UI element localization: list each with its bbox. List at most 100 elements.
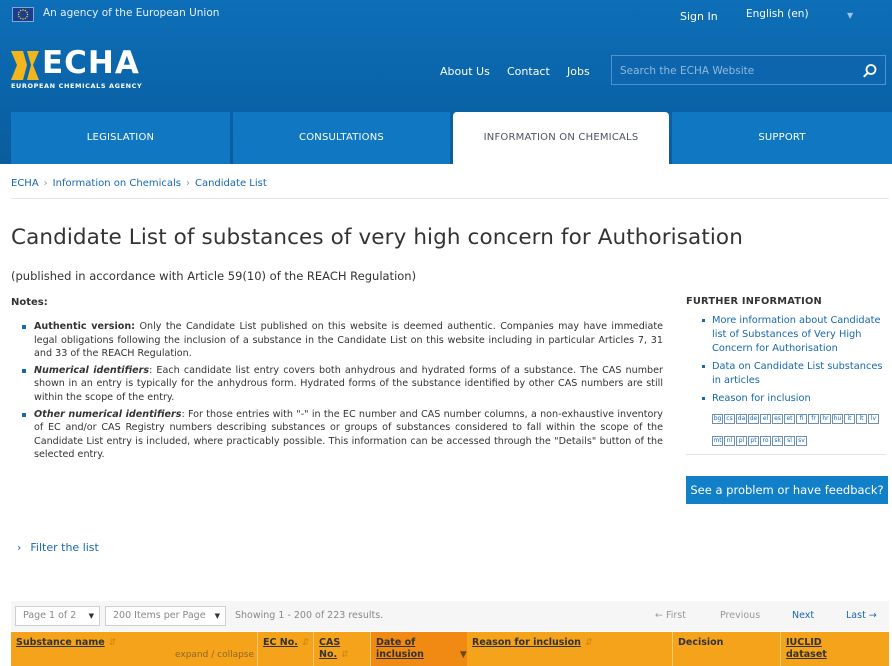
- language-link-sv[interactable]: sv: [796, 436, 807, 446]
- language-link-pt[interactable]: pt: [748, 436, 759, 446]
- site-header: An agency of the European Union Sign In …: [0, 0, 892, 164]
- language-link-es[interactable]: es: [772, 414, 783, 424]
- language-link-fr[interactable]: fr: [808, 414, 819, 424]
- tab-information-on-chemicals[interactable]: INFORMATION ON CHEMICALS: [453, 112, 669, 164]
- filter-label[interactable]: Filter the list: [30, 541, 98, 554]
- chevron-down-icon: ▼: [214, 612, 220, 620]
- column-substance-name[interactable]: Substance name ⇵: [11, 632, 257, 666]
- echa-logo-icon[interactable]: [11, 51, 39, 80]
- language-link-cs[interactable]: cs: [724, 414, 735, 424]
- first-page-link[interactable]: ← First: [655, 610, 686, 621]
- link-label[interactable]: Reason for inclusion: [712, 393, 811, 404]
- search-icon[interactable]: [862, 63, 878, 79]
- column-label[interactable]: dataset: [786, 649, 827, 660]
- next-page-link[interactable]: Next: [792, 610, 814, 621]
- page-subtitle: (published in accordance with Article 59…: [11, 269, 417, 283]
- language-link-lt[interactable]: lt: [856, 414, 867, 424]
- chevron-right-icon: ›: [185, 178, 190, 189]
- column-label[interactable]: IUCLID: [786, 637, 822, 648]
- search-placeholder: Search the ECHA Website: [620, 65, 755, 77]
- chevron-right-icon: ›: [17, 541, 22, 554]
- language-link-ro[interactable]: ro: [760, 436, 771, 446]
- further-links: More information about Candidate list of…: [686, 314, 892, 406]
- collapse-link[interactable]: collapse: [217, 650, 254, 660]
- language-link-sk[interactable]: sk: [772, 436, 783, 446]
- language-links: bg cs da de el es et fi fr hr hu it lt lv mt nl pl pt ro sk…: [712, 405, 887, 449]
- column-label[interactable]: inclusion: [376, 649, 424, 660]
- language-link-bg[interactable]: bg: [712, 414, 723, 424]
- language-link-mt[interactable]: mt: [712, 436, 723, 446]
- column-reason-for-inclusion[interactable]: Reason for inclusion ⇵: [467, 632, 672, 666]
- link-label[interactable]: More information about Candidate list of…: [712, 315, 881, 354]
- contact-link[interactable]: Contact: [507, 65, 550, 78]
- column-date-of-inclusion[interactable]: Date of inclusion ▼: [371, 632, 467, 666]
- tab-support[interactable]: SUPPORT: [672, 112, 892, 164]
- column-label[interactable]: No.: [319, 649, 337, 660]
- divider: [11, 198, 889, 199]
- column-label[interactable]: CAS: [319, 637, 340, 648]
- column-decision: Decision: [673, 632, 780, 666]
- note-label: Numerical identifiers: [34, 364, 150, 376]
- divider: [370, 632, 371, 666]
- link-label[interactable]: Data on Candidate List substances in art…: [712, 361, 882, 386]
- filter-toggle[interactable]: › Filter the list: [17, 541, 99, 554]
- column-label[interactable]: Reason for inclusion: [472, 637, 581, 648]
- bullet-icon: [22, 368, 26, 373]
- link-more-information[interactable]: More information about Candidate list of…: [686, 314, 892, 356]
- sort-icon[interactable]: ⇵: [341, 650, 349, 660]
- expand-collapse[interactable]: expand / collapse: [175, 650, 254, 660]
- search-input[interactable]: Search the ECHA Website: [611, 55, 886, 85]
- items-per-page-value: 200 Items per Page: [113, 610, 206, 621]
- language-link-da[interactable]: da: [736, 414, 747, 424]
- language-link-fi[interactable]: fi: [796, 414, 807, 424]
- sort-icon[interactable]: ⇵: [585, 638, 593, 648]
- list-item: Numerical identifiers: Each candidate li…: [22, 364, 663, 405]
- link-reason-for-inclusion[interactable]: Reason for inclusion: [686, 392, 892, 406]
- results-count: Showing 1 - 200 of 223 results.: [235, 610, 384, 621]
- language-link-nl[interactable]: nl: [724, 436, 735, 446]
- breadcrumb-information-on-chemicals[interactable]: Information on Chemicals: [53, 178, 181, 189]
- chevron-down-icon[interactable]: ▼: [847, 11, 853, 20]
- column-cas-no[interactable]: CAS No. ⇵: [314, 632, 370, 666]
- column-label[interactable]: EC No.: [263, 637, 298, 648]
- language-link-pl[interactable]: pl: [736, 436, 747, 446]
- column-label[interactable]: Substance name: [16, 637, 105, 648]
- language-link-it[interactable]: it: [844, 414, 855, 424]
- sign-in-link[interactable]: Sign In: [680, 10, 718, 23]
- divider: [780, 632, 781, 666]
- language-link-el[interactable]: el: [760, 414, 771, 424]
- page-select[interactable]: Page 1 of 2 ▼: [15, 606, 100, 626]
- column-label: Decision: [678, 637, 724, 648]
- page-select-value: Page 1 of 2: [23, 610, 77, 621]
- column-iuclid-dataset[interactable]: IUCLID dataset: [781, 632, 889, 666]
- logo-wordmark[interactable]: ECHA: [42, 46, 140, 80]
- further-information-panel: FURTHER INFORMATION More information abo…: [686, 296, 892, 410]
- breadcrumb-echa[interactable]: ECHA: [11, 178, 39, 189]
- tab-legislation[interactable]: LEGISLATION: [11, 112, 230, 164]
- language-link-hu[interactable]: hu: [832, 414, 843, 424]
- expand-link[interactable]: expand: [175, 650, 208, 660]
- about-us-link[interactable]: About Us: [440, 65, 490, 78]
- feedback-button[interactable]: See a problem or have feedback?: [686, 476, 888, 504]
- previous-page-link[interactable]: Previous: [720, 610, 760, 621]
- language-link-et[interactable]: et: [784, 414, 795, 424]
- sort-icon[interactable]: ⇵: [109, 638, 117, 648]
- items-per-page-select[interactable]: 200 Items per Page ▼: [105, 606, 226, 626]
- jobs-link[interactable]: Jobs: [567, 65, 590, 78]
- column-label[interactable]: Date of: [376, 637, 415, 648]
- link-data-in-articles[interactable]: Data on Candidate List substances in art…: [686, 360, 892, 388]
- sort-icon[interactable]: ⇵: [302, 638, 310, 648]
- language-link-sl[interactable]: sl: [784, 436, 795, 446]
- last-page-link[interactable]: Last →: [846, 610, 877, 621]
- tab-consultations[interactable]: CONSULTATIONS: [233, 112, 450, 164]
- notes-heading: Notes:: [11, 297, 48, 308]
- column-ec-no[interactable]: EC No. ⇵: [258, 632, 313, 666]
- language-link-de[interactable]: de: [748, 414, 759, 424]
- further-information-title: FURTHER INFORMATION: [686, 296, 822, 307]
- language-link-hr[interactable]: hr: [820, 414, 831, 424]
- breadcrumb-candidate-list[interactable]: Candidate List: [195, 178, 267, 189]
- notes-list: Authentic version: Only the Candidate Li…: [22, 320, 663, 465]
- language-selector[interactable]: English (en): [746, 8, 809, 20]
- language-link-lv[interactable]: lv: [868, 414, 879, 424]
- sort-icon[interactable]: ▼: [460, 650, 467, 660]
